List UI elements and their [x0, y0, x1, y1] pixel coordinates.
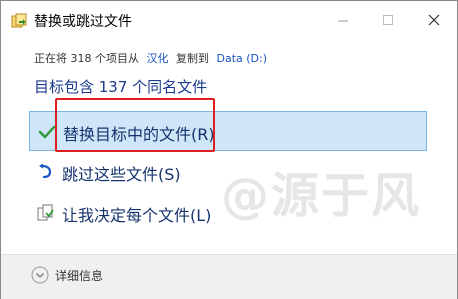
window-title: 替换或跳过文件: [34, 14, 132, 30]
maximize-button[interactable]: [366, 1, 411, 39]
destination-drive-link[interactable]: Data (D:): [217, 52, 268, 65]
minimize-icon: [338, 11, 349, 30]
close-icon: [428, 11, 440, 30]
title-bar: 替换或跳过文件: [1, 1, 457, 39]
status-middle: 复制到: [176, 52, 209, 65]
maximize-icon: [383, 11, 394, 30]
status-prefix: 正在将 318 个项目从: [34, 52, 139, 65]
close-button[interactable]: [411, 1, 456, 39]
annotation-highlight-box: [55, 98, 215, 152]
check-icon: [38, 123, 56, 141]
minimize-button[interactable]: [321, 1, 366, 39]
source-folder-link[interactable]: 汉化: [147, 52, 169, 65]
decide-each-file-label: 让我决定每个文件(L): [62, 206, 212, 225]
chevron-down-circle-icon: [31, 266, 49, 284]
copy-progress-icon: [11, 13, 27, 29]
more-details-button[interactable]: 详细信息: [31, 263, 103, 287]
skip-files-label: 跳过这些文件(S): [62, 165, 181, 184]
copy-status-line: 正在将 318 个项目从 汉化 复制到 Data (D:): [34, 50, 271, 66]
dialog-footer: 详细信息: [1, 254, 457, 299]
replace-or-skip-dialog: 替换或跳过文件 正在将 318 个项目从 汉化 复制到 Data (D:) 目标…: [0, 0, 458, 299]
conflict-heading: 目标包含 137 个同名文件: [34, 78, 208, 96]
watermark-text: @源于风: [221, 168, 422, 224]
documents-icon: [37, 204, 55, 222]
skip-arrow-icon: [37, 163, 55, 181]
more-details-label: 详细信息: [55, 268, 104, 283]
